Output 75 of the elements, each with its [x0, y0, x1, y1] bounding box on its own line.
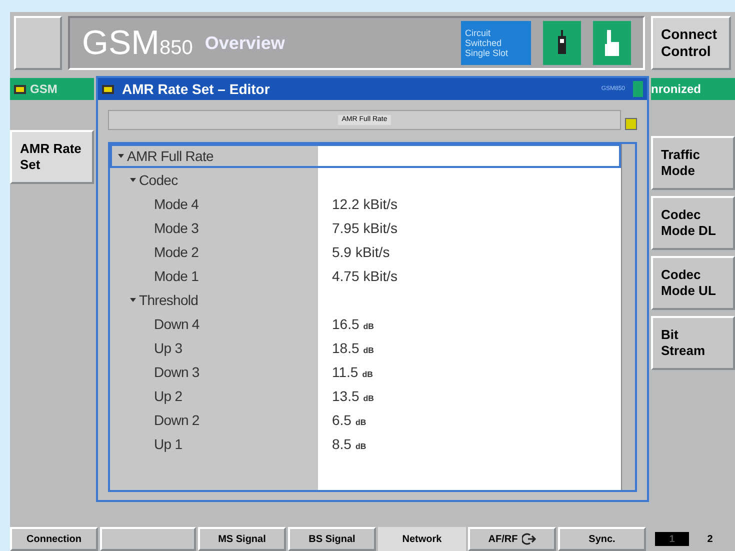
softkey-button[interactable]: Traffic Mode: [651, 136, 735, 190]
value-text: 5.9: [332, 242, 352, 262]
bottom-tab[interactable]: AF/RF: [468, 527, 556, 551]
value-text: 6.5: [332, 410, 352, 430]
status-indicator: Circuit Switched Single Slot: [461, 21, 531, 65]
tree-label: Up 3: [154, 338, 182, 358]
bottom-tab[interactable]: Network: [378, 527, 466, 551]
tree-row[interactable]: Up 3 18.5 dB: [110, 336, 621, 360]
tree-label: Down 4: [154, 314, 200, 334]
tree-row[interactable]: AMR Full Rate: [110, 144, 621, 168]
expand-marker-icon[interactable]: [118, 153, 124, 159]
subtitle-text: Overview: [204, 32, 285, 54]
bottom-tab[interactable]: [100, 527, 196, 551]
value-text: 11.5: [332, 362, 358, 382]
tree-row[interactable]: Mode 3 7.95 kBit/s: [110, 216, 621, 240]
bottom-tab[interactable]: Connection: [10, 527, 98, 551]
tab-label: nronized: [651, 81, 701, 98]
value-text: 13.5: [332, 386, 360, 406]
tree-row[interactable]: Codec: [110, 168, 621, 192]
unit-text: dB: [363, 344, 374, 356]
unit-text: dB: [362, 368, 373, 380]
tree-row[interactable]: Down 3 11.5 dB: [110, 360, 621, 384]
tree-label: Mode 4: [154, 194, 199, 214]
tree-row[interactable]: Down 2 6.5 dB: [110, 408, 621, 432]
tree-label: Mode 1: [154, 266, 199, 286]
connect-control-button[interactable]: Connect Control: [651, 16, 731, 70]
tree-row[interactable]: Mode 2 5.9 kBit/s: [110, 240, 621, 264]
value-text: 18.5: [332, 338, 360, 358]
tree-row[interactable]: Mode 1 4.75 kBit/s: [110, 264, 621, 288]
unit-text: kBit/s: [363, 194, 398, 214]
page-indicator[interactable]: 2: [693, 532, 727, 546]
unit-text: dB: [363, 392, 374, 404]
tree-label: Down 3: [154, 362, 200, 382]
tree-label: Codec: [139, 170, 178, 190]
tree-row[interactable]: Threshold: [110, 288, 621, 312]
tree-label: AMR Full Rate: [127, 146, 214, 166]
tree-row[interactable]: Up 2 13.5 dB: [110, 384, 621, 408]
tree-label: Mode 3: [154, 218, 199, 238]
unit-text: dB: [355, 440, 366, 452]
tree-row[interactable]: Down 4 16.5 dB: [110, 312, 621, 336]
tree-row[interactable]: Up 1 8.5 dB: [110, 432, 621, 456]
unit-text: kBit/s: [363, 218, 398, 238]
value-text: 7.95: [332, 218, 360, 238]
scrollbar[interactable]: [621, 144, 635, 490]
tree-label: Mode 2: [154, 242, 199, 262]
bottom-tab[interactable]: MS Signal: [198, 527, 286, 551]
softkey-button[interactable]: Codec Mode DL: [651, 196, 735, 250]
unit-text: kBit/s: [363, 266, 398, 286]
softkey-button[interactable]: Bit Stream: [651, 316, 735, 370]
tree-label: Up 2: [154, 386, 182, 406]
hardware-button[interactable]: [14, 16, 62, 70]
tab-label: GSM: [30, 81, 58, 98]
bottom-tab[interactable]: Sync.: [558, 527, 646, 551]
tree-label: Down 2: [154, 410, 200, 430]
unit-text: kBit/s: [355, 242, 390, 262]
title-text: GSM850: [82, 26, 193, 60]
unit-text: dB: [355, 416, 366, 428]
softkey-button[interactable]: Codec Mode UL: [651, 256, 735, 310]
softkey-button[interactable]: AMR Rate Set: [10, 130, 94, 184]
dialog-title: AMR Rate Set – Editor: [122, 80, 271, 98]
expand-marker-icon[interactable]: [130, 297, 136, 303]
value-text: 4.75: [332, 266, 360, 286]
tree-row[interactable]: Mode 4 12.2 kBit/s: [110, 192, 621, 216]
value-text: 8.5: [332, 434, 352, 454]
window-icon: [14, 84, 26, 94]
value-text: 16.5: [332, 314, 360, 334]
tree-label: Threshold: [139, 290, 198, 310]
bottom-tab[interactable]: BS Signal: [288, 527, 376, 551]
window-icon: [102, 84, 114, 94]
minimize-icon[interactable]: [625, 118, 637, 130]
value-text: 12.2: [332, 194, 360, 214]
hand-icon: [593, 21, 631, 65]
expand-marker-icon[interactable]: [130, 177, 136, 183]
tree-label: Up 1: [154, 434, 182, 454]
unit-text: dB: [363, 320, 374, 332]
